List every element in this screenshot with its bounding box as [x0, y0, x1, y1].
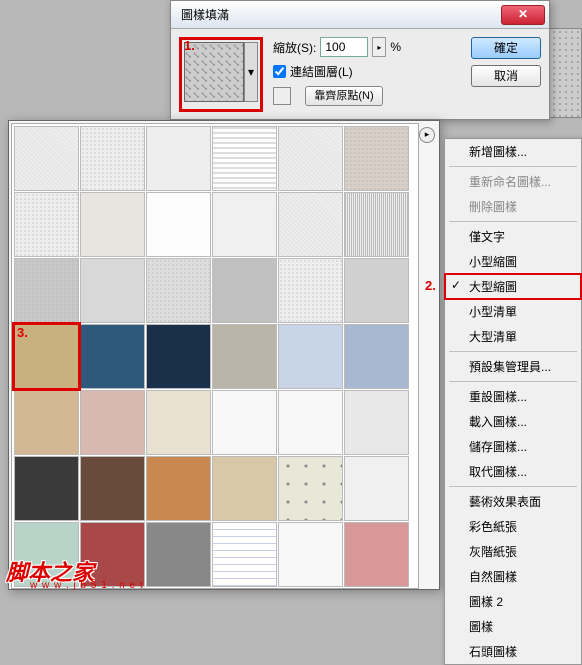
snap-icon [273, 87, 291, 105]
pattern-swatch[interactable] [146, 258, 211, 323]
pattern-swatch[interactable] [344, 126, 409, 191]
annotation-3: 3. [17, 325, 28, 340]
menu-large-thumb[interactable]: 2.大型縮圖 [445, 274, 581, 299]
pattern-picker-panel: ▸ 3. [8, 120, 440, 590]
cancel-button[interactable]: 取消 [471, 65, 541, 87]
pattern-swatch[interactable] [14, 192, 79, 257]
pattern-swatch[interactable] [212, 126, 277, 191]
pattern-swatch[interactable] [14, 258, 79, 323]
watermark-url: w w w . j b 5 1 . n e t [30, 580, 144, 591]
link-layers-label: 連結圖層(L) [290, 63, 353, 80]
menu-delete: 刪除圖樣 [445, 194, 581, 219]
menu-preset-manager[interactable]: 預設集管理員... [445, 354, 581, 379]
flyout-menu: 新增圖樣... 重新命名圖樣... 刪除圖樣 僅文字 小型縮圖 2.大型縮圖 小… [444, 138, 582, 665]
pattern-swatch[interactable] [212, 324, 277, 389]
pattern-dropdown-arrow[interactable]: ▾ [244, 42, 258, 102]
menu-separator [449, 351, 577, 352]
pattern-swatch-selected[interactable]: 3. [14, 324, 79, 389]
pattern-swatch[interactable] [344, 390, 409, 455]
pattern-swatch[interactable] [14, 390, 79, 455]
pattern-swatch[interactable] [344, 456, 409, 521]
snap-origin-button[interactable]: 靠齊原點(N) [305, 86, 383, 106]
annotation-1: 1. [184, 38, 195, 53]
menu-separator [449, 166, 577, 167]
pattern-swatch[interactable] [278, 522, 343, 587]
pattern-swatch[interactable] [278, 324, 343, 389]
annotation-2: 2. [425, 278, 436, 293]
menu-artist-surfaces[interactable]: 藝術效果表面 [445, 489, 581, 514]
scale-spinner[interactable]: ▸ [372, 37, 386, 57]
menu-save[interactable]: 儲存圖樣... [445, 434, 581, 459]
pattern-swatch[interactable] [146, 522, 211, 587]
menu-reset[interactable]: 重設圖樣... [445, 384, 581, 409]
pattern-swatch[interactable] [146, 192, 211, 257]
pattern-grid: 3. [12, 124, 418, 589]
pattern-swatch[interactable] [146, 390, 211, 455]
scale-unit: % [390, 40, 401, 54]
pattern-swatch[interactable] [80, 258, 145, 323]
menu-new-pattern[interactable]: 新增圖樣... [445, 139, 581, 164]
pattern-swatch[interactable] [80, 192, 145, 257]
pattern-swatch[interactable] [80, 456, 145, 521]
pattern-swatch[interactable] [14, 126, 79, 191]
pattern-swatch[interactable] [278, 390, 343, 455]
flyout-menu-button[interactable]: ▸ [419, 127, 435, 143]
link-layers-checkbox[interactable] [273, 65, 286, 78]
pattern-swatch[interactable] [212, 522, 277, 587]
menu-replace[interactable]: 取代圖樣... [445, 459, 581, 484]
pattern-swatch[interactable] [344, 258, 409, 323]
menu-rock[interactable]: 石頭圖樣 [445, 639, 581, 664]
menu-separator [449, 381, 577, 382]
close-button[interactable]: ✕ [501, 5, 545, 25]
scale-input[interactable] [320, 37, 368, 57]
pattern-swatch[interactable] [278, 126, 343, 191]
menu-text-only[interactable]: 僅文字 [445, 224, 581, 249]
pattern-swatch[interactable] [146, 324, 211, 389]
pattern-swatch[interactable] [80, 126, 145, 191]
pattern-swatch[interactable] [146, 126, 211, 191]
pattern-swatch[interactable] [212, 456, 277, 521]
menu-separator [449, 221, 577, 222]
scale-label: 縮放(S): [273, 39, 316, 56]
menu-rename: 重新命名圖樣... [445, 169, 581, 194]
pattern-fill-dialog: 圖樣填滿 ✕ 1. ▾ 縮放(S): ▸ % 連結圖層(L) 靠齊原點( [170, 0, 550, 120]
menu-nature[interactable]: 自然圖樣 [445, 564, 581, 589]
menu-pattern[interactable]: 圖樣 [445, 614, 581, 639]
ok-button[interactable]: 確定 [471, 37, 541, 59]
pattern-swatch[interactable] [212, 390, 277, 455]
menu-load[interactable]: 載入圖樣... [445, 409, 581, 434]
titlebar[interactable]: 圖樣填滿 ✕ [171, 1, 549, 29]
pattern-swatch[interactable] [344, 192, 409, 257]
pattern-swatch[interactable] [146, 456, 211, 521]
menu-small-thumb[interactable]: 小型縮圖 [445, 249, 581, 274]
pattern-swatch[interactable] [212, 258, 277, 323]
pattern-swatch[interactable] [80, 324, 145, 389]
pattern-swatch[interactable] [278, 258, 343, 323]
menu-large-list[interactable]: 大型清單 [445, 324, 581, 349]
pattern-swatch[interactable] [212, 192, 277, 257]
pattern-swatch[interactable] [278, 456, 343, 521]
menu-gray-paper[interactable]: 灰階紙張 [445, 539, 581, 564]
pattern-swatch[interactable] [80, 390, 145, 455]
menu-separator [449, 486, 577, 487]
pattern-swatch[interactable] [278, 192, 343, 257]
menu-color-paper[interactable]: 彩色紙張 [445, 514, 581, 539]
menu-small-list[interactable]: 小型清單 [445, 299, 581, 324]
pattern-preview-annotation: 1. ▾ [179, 37, 263, 112]
dialog-title: 圖樣填滿 [175, 6, 501, 23]
pattern-swatch[interactable] [14, 456, 79, 521]
pattern-swatch[interactable] [344, 522, 409, 587]
pattern-swatch[interactable] [344, 324, 409, 389]
